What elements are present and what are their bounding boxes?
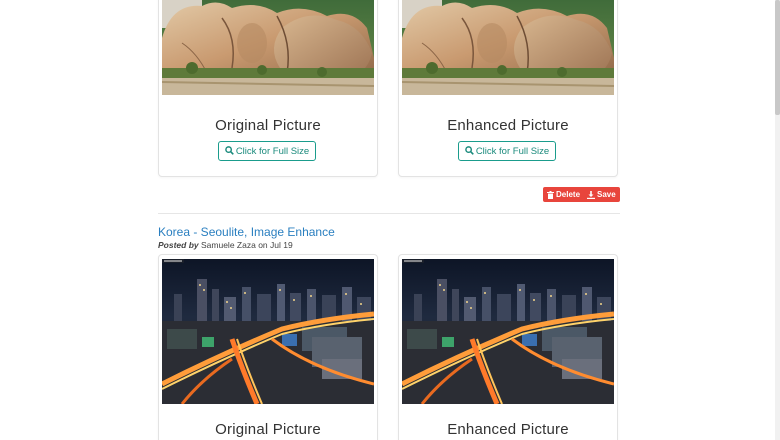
post-meta: Posted by Samuele Zaza on Jul 19 xyxy=(158,240,293,250)
posted-by-label: Posted by xyxy=(158,240,199,250)
full-size-button[interactable]: Click for Full Size xyxy=(458,141,556,161)
magnifier-icon xyxy=(464,143,474,163)
page: Original Picture Click for Full Size Enh… xyxy=(0,0,780,440)
post-date: Jul 19 xyxy=(270,240,293,250)
save-button[interactable]: Save xyxy=(583,187,620,202)
post-title-link[interactable]: Korea - Seoulite, Image Enhance xyxy=(158,225,335,239)
original-picture-thumbnail[interactable] xyxy=(162,0,374,95)
original-picture-thumbnail[interactable] xyxy=(162,259,374,404)
download-icon xyxy=(587,191,596,199)
original-picture-caption: Original Picture xyxy=(215,421,321,438)
enhanced-picture-caption: Enhanced Picture xyxy=(447,421,569,438)
full-size-button[interactable]: Click for Full Size xyxy=(218,141,316,161)
original-picture-card: Original Picture Click for Full Size xyxy=(158,0,378,177)
delete-button-label: Delete xyxy=(556,190,581,199)
page-scrollbar[interactable] xyxy=(775,0,780,440)
delete-button[interactable]: Delete xyxy=(543,187,585,202)
enhanced-picture-card: Enhanced Picture Click for Full Size xyxy=(398,0,618,177)
post-author: Samuele Zaza xyxy=(201,240,256,250)
scrollbar-thumb[interactable] xyxy=(775,0,780,115)
enhanced-picture-thumbnail[interactable] xyxy=(402,0,614,95)
post-divider xyxy=(158,213,620,214)
post-on-label: on xyxy=(258,240,268,250)
original-picture-caption: Original Picture xyxy=(215,117,321,134)
full-size-button-label: Click for Full Size xyxy=(475,146,550,157)
original-picture-card: Original Picture xyxy=(158,254,378,440)
enhanced-picture-caption: Enhanced Picture xyxy=(447,117,569,134)
magnifier-icon xyxy=(224,143,234,163)
enhanced-picture-card: Enhanced Picture xyxy=(398,254,618,440)
save-button-label: Save xyxy=(597,190,616,199)
trash-icon xyxy=(547,191,554,199)
full-size-button-label: Click for Full Size xyxy=(235,146,310,157)
post-actions: Delete Save xyxy=(543,187,620,202)
enhanced-picture-thumbnail[interactable] xyxy=(402,259,614,404)
